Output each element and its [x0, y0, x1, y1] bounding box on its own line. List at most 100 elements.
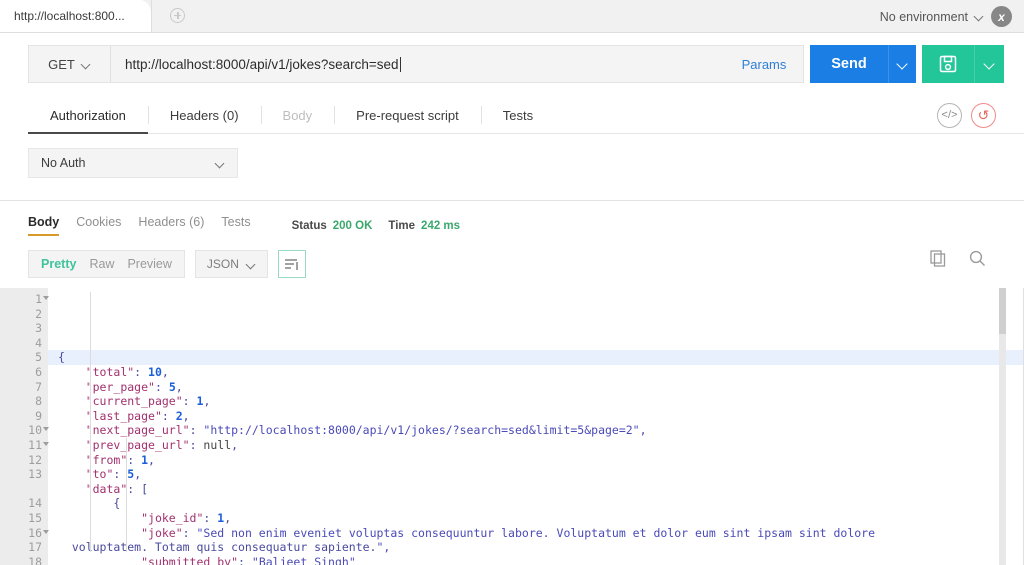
tab-body[interactable]: Body — [261, 97, 335, 133]
line-number: 4 — [0, 336, 48, 351]
tab-label: Body — [283, 108, 313, 123]
tab-label: Body — [28, 215, 59, 229]
tab-headers[interactable]: Headers (0) — [148, 97, 261, 133]
environment-selector-label[interactable]: No environment — [880, 10, 968, 24]
code-line: "prev_page_url": null, — [58, 438, 1024, 453]
response-tabs: Body Cookies Headers (6) Tests Status 20… — [0, 201, 1024, 236]
view-mode-preview[interactable]: Preview — [127, 257, 171, 271]
code-line: "per_page": 5, — [58, 380, 1024, 395]
auth-type-select[interactable]: No Auth — [28, 148, 238, 178]
vertical-scrollbar[interactable] — [999, 288, 1006, 565]
url-group: GET http://localhost:8000/api/v1/jokes?s… — [28, 45, 804, 83]
tab-label: Authorization — [50, 108, 126, 123]
environment-area: No environment x — [880, 0, 1012, 33]
chevron-down-icon[interactable] — [975, 12, 984, 21]
word-wrap-button[interactable] — [278, 250, 306, 278]
response-tab-cookies[interactable]: Cookies — [76, 215, 133, 236]
save-button[interactable] — [922, 45, 974, 83]
line-number: 6 — [0, 365, 48, 380]
search-icon[interactable] — [969, 250, 986, 267]
params-button[interactable]: Params — [725, 46, 803, 82]
tab-strip: http://localhost:800... No environment x — [0, 0, 1024, 33]
reset-icon[interactable]: ↺ — [971, 103, 996, 128]
request-bar: GET http://localhost:8000/api/v1/jokes?s… — [0, 33, 1024, 83]
line-number: 12 — [0, 453, 48, 468]
line-number: 14 — [0, 496, 48, 511]
params-label: Params — [742, 57, 787, 72]
response-status-group: Status 200 OK Time 242 ms — [292, 220, 460, 232]
response-tab-tests[interactable]: Tests — [221, 215, 262, 236]
view-mode-group: Pretty Raw Preview — [28, 250, 185, 278]
code-line: { — [58, 496, 1024, 511]
tab-label: Cookies — [76, 215, 121, 229]
code-line: "last_page": 2, — [58, 409, 1024, 424]
code-icon[interactable]: </> — [937, 103, 962, 128]
code-line: { — [48, 350, 1024, 365]
env-quick-look-icon[interactable]: x — [991, 6, 1012, 27]
line-number: 18 — [0, 555, 48, 565]
request-tab[interactable]: http://localhost:800... — [0, 0, 151, 32]
save-options-button[interactable] — [974, 45, 1004, 83]
line-number: 16 — [0, 526, 48, 541]
response-body-viewer[interactable]: 123456789101112131415161718 { "total": 1… — [0, 288, 1024, 565]
tab-pre-request-script[interactable]: Pre-request script — [334, 97, 481, 133]
line-number — [0, 482, 48, 497]
send-button[interactable]: Send — [810, 45, 888, 83]
send-label: Send — [831, 56, 866, 72]
line-number: 1 — [0, 292, 48, 307]
line-number: 15 — [0, 511, 48, 526]
floppy-disk-icon — [938, 54, 958, 74]
method-label: GET — [48, 57, 75, 72]
request-tab-icons: </> ↺ — [937, 97, 1004, 133]
line-number: 10 — [0, 423, 48, 438]
code-line: "current_page": 1, — [58, 394, 1024, 409]
line-number: 9 — [0, 409, 48, 424]
response-tab-headers[interactable]: Headers (6) — [138, 215, 216, 236]
line-number: 17 — [0, 540, 48, 555]
code-line: "submitted_by": "Baljeet Singh" — [58, 555, 1024, 565]
tab-tests[interactable]: Tests — [481, 97, 555, 133]
status-label: Status — [292, 220, 327, 232]
status-badge: 200 OK — [333, 220, 373, 232]
view-mode-raw[interactable]: Raw — [89, 257, 114, 271]
tab-authorization[interactable]: Authorization — [28, 97, 148, 133]
response-body-toolbar: Pretty Raw Preview JSON — [0, 236, 1024, 278]
line-number: 7 — [0, 380, 48, 395]
view-mode-pretty[interactable]: Pretty — [41, 257, 76, 271]
request-tab-label: http://localhost:800... — [14, 9, 125, 23]
code-line: "joke": "Sed non enim eveniet voluptas c… — [58, 526, 1024, 541]
tab-label: Tests — [503, 108, 533, 123]
time-label: Time — [388, 220, 415, 232]
code-line: "data": [ — [58, 482, 1024, 497]
code-line: "to": 5, — [58, 467, 1024, 482]
word-wrap-icon — [284, 258, 299, 271]
line-number: 3 — [0, 321, 48, 336]
plus-icon — [170, 8, 185, 23]
tab-label: Headers (0) — [170, 108, 239, 123]
new-tab-button[interactable] — [161, 0, 195, 32]
chevron-down-icon — [898, 59, 908, 69]
authorization-pane: No Auth — [0, 134, 1024, 178]
line-number-gutter: 123456789101112131415161718 — [0, 288, 48, 565]
code-line: voluptatem. Totam quis consequatur sapie… — [58, 540, 1024, 555]
chevron-down-icon — [985, 59, 995, 69]
line-number: 13 — [0, 467, 48, 482]
method-selector[interactable]: GET — [29, 46, 111, 82]
line-number: 11 — [0, 438, 48, 453]
code-line: "next_page_url": "http://localhost:8000/… — [58, 423, 1024, 438]
text-cursor — [400, 57, 401, 72]
format-value: JSON — [207, 257, 239, 271]
send-options-button[interactable] — [888, 45, 916, 83]
indent-guide — [126, 438, 127, 552]
format-select[interactable]: JSON — [195, 250, 268, 278]
indent-guide — [90, 292, 91, 552]
json-code[interactable]: { "total": 10, "per_page": 5, "current_p… — [48, 288, 1024, 565]
response-actions — [930, 250, 986, 267]
url-input[interactable]: http://localhost:8000/api/v1/jokes?searc… — [111, 46, 725, 82]
chevron-down-icon — [216, 159, 225, 168]
line-number: 2 — [0, 307, 48, 322]
response-tab-body[interactable]: Body — [28, 215, 71, 236]
copy-icon[interactable] — [930, 250, 947, 267]
scrollbar-thumb[interactable] — [999, 288, 1006, 334]
line-number: 5 — [0, 350, 48, 365]
